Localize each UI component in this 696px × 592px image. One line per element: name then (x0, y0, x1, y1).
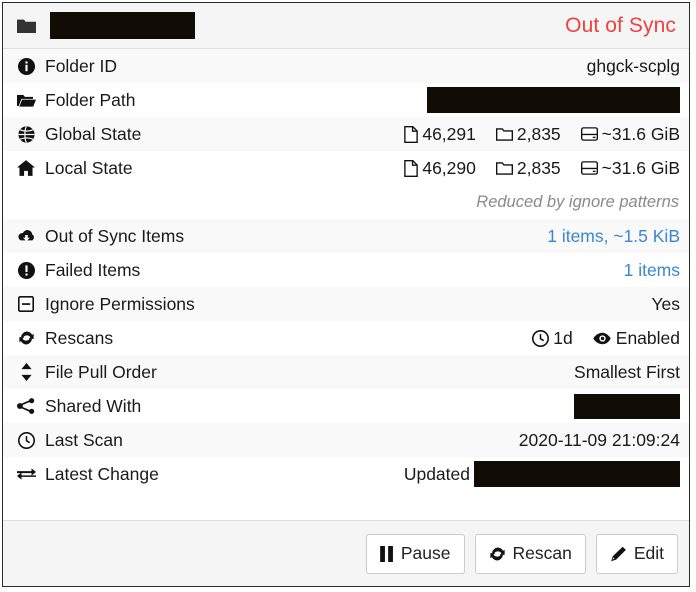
panel-header: Out of Sync (3, 3, 689, 49)
rescan-watch-value: Enabled (615, 327, 680, 348)
sort-icon (16, 363, 36, 381)
exchange-icon (16, 467, 36, 481)
rescan-button[interactable]: Rescan (474, 533, 586, 574)
row-local-state: Local State 46,290 2,835 ~31.6 GiB (3, 151, 689, 185)
hard-drive-icon (580, 161, 598, 175)
global-files-metric: 46,291 (404, 124, 476, 145)
clock-icon (16, 431, 36, 449)
row-label: Local State (45, 157, 133, 178)
refresh-icon (16, 330, 36, 346)
row-label: Folder ID (45, 55, 117, 76)
folder-path-redacted (427, 87, 680, 113)
global-files-count: 46,291 (422, 123, 476, 144)
global-size-value: ~31.6 GiB (601, 123, 680, 144)
home-icon (16, 160, 36, 176)
row-latest-change: Latest Change Updated (3, 457, 689, 491)
row-global-state: Global State 46,291 2,835 ~31.6 GiB (3, 117, 689, 151)
shared-with-value (574, 393, 680, 419)
file-pull-order-value: Smallest First (574, 361, 680, 382)
folder-icon (16, 16, 36, 36)
row-label: Ignore Permissions (45, 293, 195, 314)
row-out-of-sync-items: Out of Sync Items 1 items, ~1.5 KiB (3, 219, 689, 253)
row-label: File Pull Order (45, 361, 157, 382)
global-state-metrics: 46,291 2,835 ~31.6 GiB (404, 124, 680, 145)
edit-button-label: Edit (633, 543, 664, 563)
row-ignore-permissions: Ignore Permissions Yes (3, 287, 689, 321)
folder-open-icon (16, 93, 36, 108)
globe-icon (16, 125, 36, 143)
rescan-interval-metric: 1d (532, 327, 573, 349)
detail-rows: Folder ID ghgck-scplg Folder Path Global… (3, 49, 689, 520)
info-circle-icon (16, 57, 36, 75)
pause-icon (380, 545, 394, 562)
out-of-sync-items-link[interactable]: 1 items, ~1.5 KiB (547, 226, 680, 247)
pause-button-label: Pause (400, 543, 451, 563)
row-folder-id: Folder ID ghgck-scplg (3, 49, 689, 83)
local-folders-metric: 2,835 (495, 157, 561, 179)
refresh-icon (489, 546, 506, 562)
folder-name-redacted (50, 12, 195, 39)
exclamation-circle-icon (16, 261, 36, 279)
row-last-scan: Last Scan 2020-11-09 21:09:24 (3, 423, 689, 457)
row-failed-items: Failed Items 1 items (3, 253, 689, 287)
file-icon (404, 125, 419, 143)
row-label: Latest Change (45, 463, 159, 484)
global-folders-count: 2,835 (516, 123, 561, 144)
sync-status-badge: Out of Sync (565, 14, 676, 37)
row-label: Out of Sync Items (45, 225, 185, 246)
last-scan-value: 2020-11-09 21:09:24 (518, 429, 680, 450)
clock-icon (532, 329, 550, 347)
local-state-metrics: 46,290 2,835 ~31.6 GiB (404, 158, 680, 179)
latest-change-action: Updated (403, 463, 470, 484)
local-size-value: ~31.6 GiB (601, 157, 680, 178)
row-shared-with: Shared With (3, 389, 689, 423)
row-rescans: Rescans 1d Enabled (3, 321, 689, 355)
failed-items-link[interactable]: 1 items (624, 260, 680, 281)
rescans-values: 1d Enabled (532, 328, 680, 349)
folder-id-value: ghgck-scplg (586, 55, 680, 76)
row-label: Shared With (45, 395, 142, 416)
cloud-download-icon (16, 229, 36, 244)
minus-square-icon (16, 296, 36, 312)
row-label: Folder Path (45, 89, 136, 110)
row-folder-path: Folder Path (3, 83, 689, 117)
share-alt-icon (16, 398, 36, 414)
eye-icon (593, 332, 612, 345)
global-size-metric: ~31.6 GiB (580, 123, 680, 145)
folder-path-value (427, 87, 680, 113)
row-file-pull-order: File Pull Order Smallest First (3, 355, 689, 389)
latest-change-value: Updated (404, 461, 680, 487)
folder-details-panel: Out of Sync Folder ID ghgck-scplg Folder… (2, 2, 690, 587)
edit-button[interactable]: Edit (595, 533, 678, 574)
shared-with-redacted (574, 393, 680, 419)
local-size-metric: ~31.6 GiB (580, 157, 680, 179)
rescan-interval-value: 1d (553, 327, 573, 348)
folder-outline-icon (495, 161, 513, 176)
folder-outline-icon (495, 127, 513, 142)
latest-change-redacted (474, 461, 680, 487)
row-label: Rescans (45, 327, 114, 348)
local-folders-count: 2,835 (516, 157, 561, 178)
panel-footer: Pause Rescan Edit (3, 520, 689, 586)
file-icon (404, 159, 419, 177)
rescan-button-label: Rescan (512, 543, 572, 563)
ignore-patterns-note: Reduced by ignore patterns (476, 192, 679, 211)
global-folders-metric: 2,835 (495, 123, 561, 145)
row-ignore-note: Reduced by ignore patterns (3, 185, 689, 219)
row-label: Last Scan (45, 429, 123, 450)
pause-button[interactable]: Pause (365, 533, 465, 574)
pencil-icon (610, 546, 627, 562)
ignore-permissions-value: Yes (651, 293, 680, 314)
rescan-watch-metric: Enabled (593, 328, 680, 349)
local-files-metric: 46,290 (404, 158, 476, 179)
row-label: Global State (45, 123, 142, 144)
row-label: Failed Items (45, 259, 141, 280)
local-files-count: 46,290 (422, 157, 476, 178)
hard-drive-icon (580, 127, 598, 141)
